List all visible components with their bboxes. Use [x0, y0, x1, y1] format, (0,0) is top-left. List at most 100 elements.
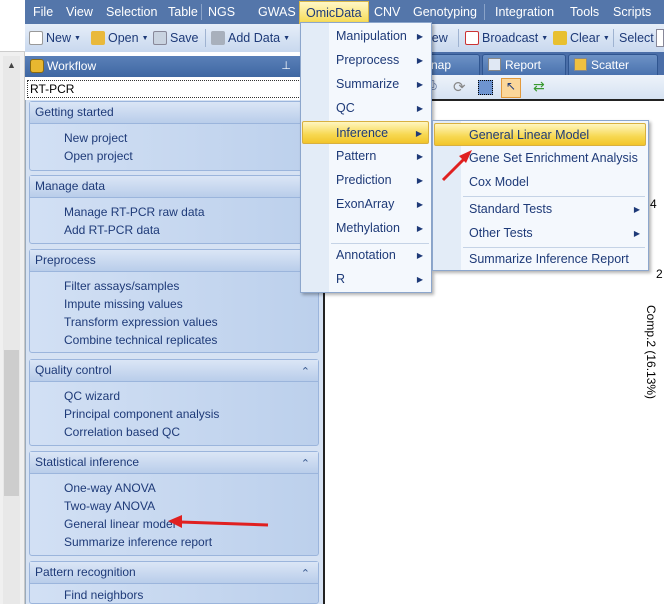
section-header[interactable]: Statistical inference ⌃ — [30, 452, 318, 474]
select-input[interactable] — [656, 29, 664, 47]
menu-omicdata[interactable]: OmicData — [299, 1, 369, 24]
menu-item-standard-tests[interactable]: Standard Tests ▶ — [435, 198, 646, 221]
workflow-item[interactable]: Transform expression values — [30, 313, 318, 331]
submenu-arrow-icon: ▶ — [416, 224, 423, 233]
menu-item-qc[interactable]: QC ▶ — [303, 97, 429, 120]
menu-item-annotation[interactable]: Annotation ▶ — [303, 244, 429, 267]
clear-button[interactable]: Clear ▼ — [553, 29, 610, 47]
section-pattern-recognition: Pattern recognition ⌃ Find neighbors — [29, 561, 319, 604]
menu-item-r[interactable]: R ▶ — [303, 268, 429, 291]
save-button[interactable]: Save — [153, 29, 199, 47]
add-data-icon — [211, 31, 225, 45]
menu-divider — [484, 4, 485, 20]
workflow-selector[interactable]: RT-PCR — [27, 80, 323, 98]
left-scrollbar[interactable]: ▲ — [3, 56, 20, 604]
scrollbar-thumb[interactable] — [4, 350, 19, 496]
menu-item-inference[interactable]: Inference ▶ — [302, 121, 429, 144]
menu-item-prediction[interactable]: Prediction ▶ — [303, 169, 429, 192]
workflow-item[interactable]: Two-way ANOVA — [30, 497, 318, 515]
refresh-icon[interactable]: ⇄ — [533, 78, 553, 98]
menu-table[interactable]: Table — [168, 1, 198, 23]
menu-item-preprocess[interactable]: Preprocess ▶ — [303, 49, 429, 72]
menu-item-cox-model[interactable]: Cox Model — [435, 171, 646, 194]
workflow-item[interactable]: Open project — [30, 147, 318, 165]
menu-gwas[interactable]: GWAS — [258, 1, 296, 23]
pointer-icon[interactable]: ↖ — [501, 78, 521, 98]
collapse-icon[interactable]: ⌃ — [301, 362, 310, 383]
menu-item-gsea[interactable]: Gene Set Enrichment Analysis — [435, 147, 646, 170]
menu-item-pattern[interactable]: Pattern ▶ — [303, 145, 429, 168]
new-file-icon — [29, 31, 43, 45]
section-preprocess: Preprocess Filter assays/samples Impute … — [29, 249, 319, 353]
section-header[interactable]: Pattern recognition ⌃ — [30, 562, 318, 584]
workflow-item[interactable]: Summarize inference report — [30, 533, 318, 551]
workflow-item-general-linear-model[interactable]: General linear model — [30, 515, 318, 533]
menu-integration[interactable]: Integration — [495, 1, 554, 23]
tab-report[interactable]: Report — [482, 54, 566, 75]
submenu-arrow-icon: ▶ — [416, 251, 423, 260]
workflow-item[interactable]: Principal component analysis — [30, 405, 318, 423]
menu-item-other-tests[interactable]: Other Tests ▶ — [435, 222, 646, 245]
menu-ngs[interactable]: NGS — [208, 1, 235, 23]
scroll-up-icon[interactable]: ▲ — [3, 60, 20, 70]
workflow-title: Workflow — [47, 59, 97, 73]
menu-item-general-linear-model[interactable]: General Linear Model — [434, 123, 646, 146]
add-data-button[interactable]: Add Data ▼ — [211, 29, 290, 47]
tick-label: 4 — [650, 197, 657, 211]
workflow-item[interactable]: QC wizard — [30, 387, 318, 405]
scatter-icon — [574, 58, 587, 71]
folder-icon — [91, 31, 105, 45]
section-header[interactable]: Quality control ⌃ — [30, 360, 318, 382]
new-button[interactable]: New ▼ — [29, 29, 81, 47]
dropdown-arrow-icon: ▼ — [602, 34, 610, 42]
workflow-item[interactable]: Impute missing values — [30, 295, 318, 313]
broadcast-button[interactable]: Broadcast ▼ — [465, 29, 548, 47]
workflow-panel: Getting started New project Open project… — [25, 100, 323, 604]
workflow-item[interactable]: Correlation based QC — [30, 423, 318, 441]
broom-icon — [553, 31, 567, 45]
collapse-icon[interactable]: ⌃ — [301, 564, 310, 585]
workflow-icon — [30, 59, 44, 73]
menu-bar: File View Selection Table NGS GWAS OmicD… — [25, 0, 664, 24]
collapse-icon[interactable]: ⌃ — [301, 454, 310, 475]
menu-tools[interactable]: Tools — [570, 1, 599, 23]
submenu-arrow-icon: ▶ — [633, 229, 640, 238]
menu-genotyping[interactable]: Genotyping — [413, 1, 477, 23]
workflow-item[interactable]: Filter assays/samples — [30, 277, 318, 295]
workflow-item[interactable]: Manage RT-PCR raw data — [30, 203, 318, 221]
menu-item-exonarray[interactable]: ExonArray ▶ — [303, 193, 429, 216]
tab-scatter[interactable]: Scatter — [568, 54, 658, 75]
section-statistical-inference: Statistical inference ⌃ One-way ANOVA Two… — [29, 451, 319, 556]
submenu-arrow-icon: ▶ — [416, 176, 423, 185]
submenu-arrow-icon: ▶ — [416, 80, 423, 89]
dropdown-arrow-icon: ▼ — [283, 34, 291, 42]
menu-item-methylation[interactable]: Methylation ▶ — [303, 217, 429, 240]
pin-icon[interactable]: ⊥ — [281, 56, 291, 77]
open-button[interactable]: Open ▼ — [91, 29, 149, 47]
section-header[interactable]: Manage data — [30, 176, 318, 198]
menu-item-manipulation[interactable]: Manipulation ▶ — [303, 25, 429, 48]
toolbar-divider — [458, 29, 459, 47]
menu-view[interactable]: View — [66, 1, 93, 23]
workflow-item[interactable]: One-way ANOVA — [30, 479, 318, 497]
menu-separator — [463, 196, 645, 197]
select-box-icon[interactable] — [478, 80, 493, 95]
menu-file[interactable]: File — [33, 1, 53, 23]
menu-selection[interactable]: Selection — [106, 1, 157, 23]
workflow-item[interactable]: Combine technical replicates — [30, 331, 318, 349]
menu-item-summarize[interactable]: Summarize ▶ — [303, 73, 429, 96]
dropdown-arrow-icon: ▼ — [141, 34, 149, 42]
workflow-item[interactable]: Find neighbors — [30, 586, 318, 604]
dropdown-arrow-icon: ▼ — [74, 34, 81, 42]
menu-scripts[interactable]: Scripts — [613, 1, 651, 23]
section-manage-data: Manage data Manage RT-PCR raw data Add R… — [29, 175, 319, 244]
workflow-item[interactable]: Add RT-PCR data — [30, 221, 318, 239]
menu-item-summarize-inference-report[interactable]: Summarize Inference Report — [435, 248, 646, 271]
menu-cnv[interactable]: CNV — [374, 1, 400, 23]
workflow-item[interactable]: New project — [30, 129, 318, 147]
section-header[interactable]: Getting started — [30, 102, 318, 124]
submenu-arrow-icon: ▶ — [633, 205, 640, 214]
section-header[interactable]: Preprocess — [30, 250, 318, 272]
rotate-icon[interactable]: ⟳ — [453, 78, 473, 98]
toolbar-divider — [205, 29, 206, 47]
